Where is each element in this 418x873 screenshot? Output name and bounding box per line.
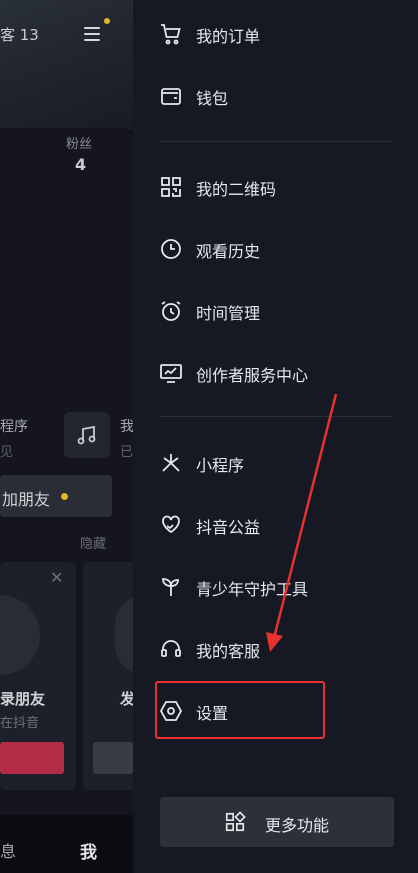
tab-message[interactable]: 息	[0, 838, 16, 862]
visitor-count: 客 13	[0, 26, 39, 44]
recommend-sub: 在抖音	[0, 716, 40, 731]
drawer-item-label: 我的客服	[196, 642, 261, 661]
drawer-item-label: 我的订单	[196, 27, 261, 46]
drawer-item-mini-program[interactable]: 小程序	[133, 435, 418, 491]
add-friend-button[interactable]: 加朋友	[0, 475, 112, 517]
more-features-label: 更多功能	[265, 816, 330, 835]
sparkle-icon	[162, 454, 180, 472]
recommend-follow-button-2[interactable]	[93, 742, 133, 774]
recommend-name-2: 发	[120, 690, 133, 708]
sprout-icon	[162, 578, 179, 596]
qrcode-icon	[161, 177, 181, 197]
cart-icon	[161, 24, 181, 45]
drawer-item-time-management[interactable]: 时间管理	[133, 283, 418, 339]
side-drawer: 我的订单 钱包 我的二维码 观看历史 时间管理 创作者服务中心 小程序 抖音公益…	[133, 0, 418, 873]
monitor-chart-icon	[160, 364, 182, 383]
drawer-item-customer-service[interactable]: 我的客服	[133, 621, 418, 677]
drawer-item-label: 青少年守护工具	[196, 580, 309, 599]
music-tile[interactable]	[64, 412, 110, 458]
music-label: 我	[120, 419, 133, 435]
drawer-item-wallet[interactable]: 钱包	[133, 68, 418, 124]
notification-dot	[104, 18, 110, 24]
bottom-tab-bar	[0, 815, 133, 873]
drawer-item-label: 我的二维码	[196, 180, 277, 199]
more-features-button[interactable]: 更多功能	[160, 797, 394, 847]
drawer-item-label: 小程序	[196, 456, 245, 475]
drawer-item-history[interactable]: 观看历史	[133, 221, 418, 277]
drawer-item-charity[interactable]: 抖音公益	[133, 497, 418, 553]
add-friend-badge	[61, 493, 68, 500]
drawer-divider	[159, 416, 393, 417]
drawer-item-qrcode[interactable]: 我的二维码	[133, 159, 418, 215]
close-icon[interactable]: ✕	[50, 568, 63, 587]
mini-program-sub: 见	[0, 445, 14, 460]
alarm-icon	[161, 301, 181, 321]
clock-icon	[161, 239, 181, 259]
mini-program-label: 程序	[0, 419, 28, 435]
drawer-item-label: 钱包	[196, 89, 229, 108]
drawer-divider	[159, 141, 393, 142]
add-friend-label: 加朋友	[2, 490, 51, 509]
background-profile-page: 客 13 粉丝 4 程序 见 我 已 加朋友 隐藏 ✕ 录朋友 发 在抖音 息 …	[0, 0, 133, 873]
heart-hand-icon	[162, 515, 180, 534]
drawer-item-creator-center[interactable]: 创作者服务中心	[133, 345, 418, 401]
profile-header-background	[0, 0, 133, 130]
music-sub: 已	[120, 445, 133, 460]
recommend-name: 录朋友	[0, 690, 46, 708]
fans-count: 4	[75, 155, 87, 174]
drawer-item-orders[interactable]: 我的订单	[133, 6, 418, 62]
recommend-follow-button[interactable]	[0, 742, 64, 774]
tab-me[interactable]: 我	[80, 838, 97, 863]
settings-highlight-box	[155, 681, 325, 739]
menu-icon[interactable]	[82, 22, 106, 46]
music-note-icon	[77, 425, 96, 445]
drawer-item-label: 抖音公益	[196, 518, 261, 537]
fans-label: 粉丝	[66, 137, 93, 152]
drawer-item-label: 观看历史	[196, 242, 261, 261]
headset-icon	[161, 640, 181, 657]
drawer-item-youth-protection[interactable]: 青少年守护工具	[133, 559, 418, 615]
hide-link[interactable]: 隐藏	[80, 533, 106, 552]
grid-apps-icon	[225, 811, 246, 832]
drawer-item-label: 创作者服务中心	[196, 366, 309, 385]
drawer-item-label: 时间管理	[196, 304, 261, 323]
wallet-icon	[161, 88, 181, 105]
